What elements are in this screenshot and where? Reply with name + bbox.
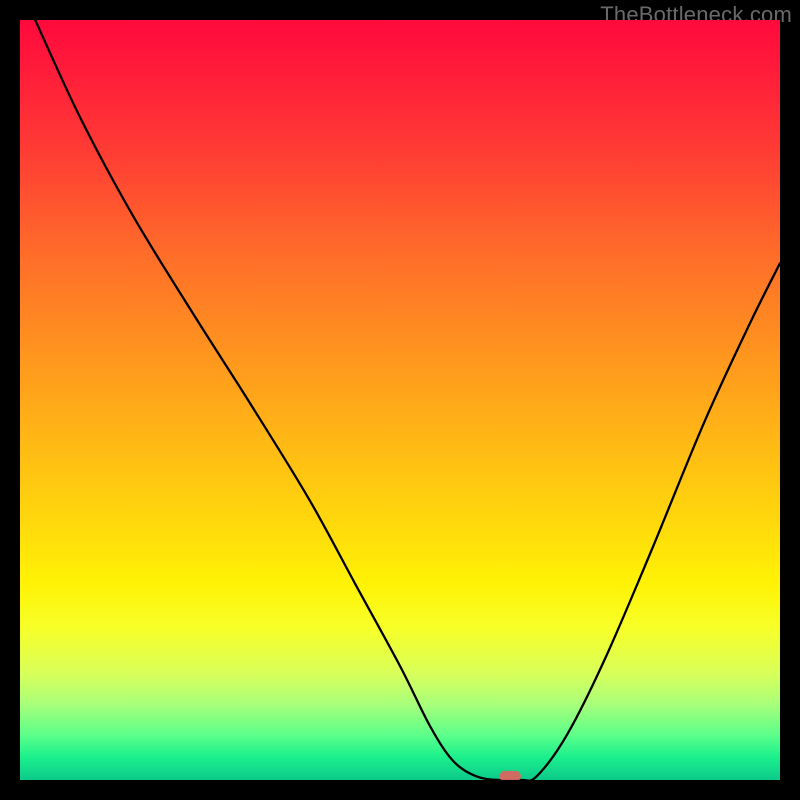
chart-frame: TheBottleneck.com — [0, 0, 800, 800]
bottleneck-curve — [35, 20, 780, 780]
plot-area — [20, 20, 780, 780]
optimal-point-marker — [500, 771, 521, 780]
curve-layer — [20, 20, 780, 780]
